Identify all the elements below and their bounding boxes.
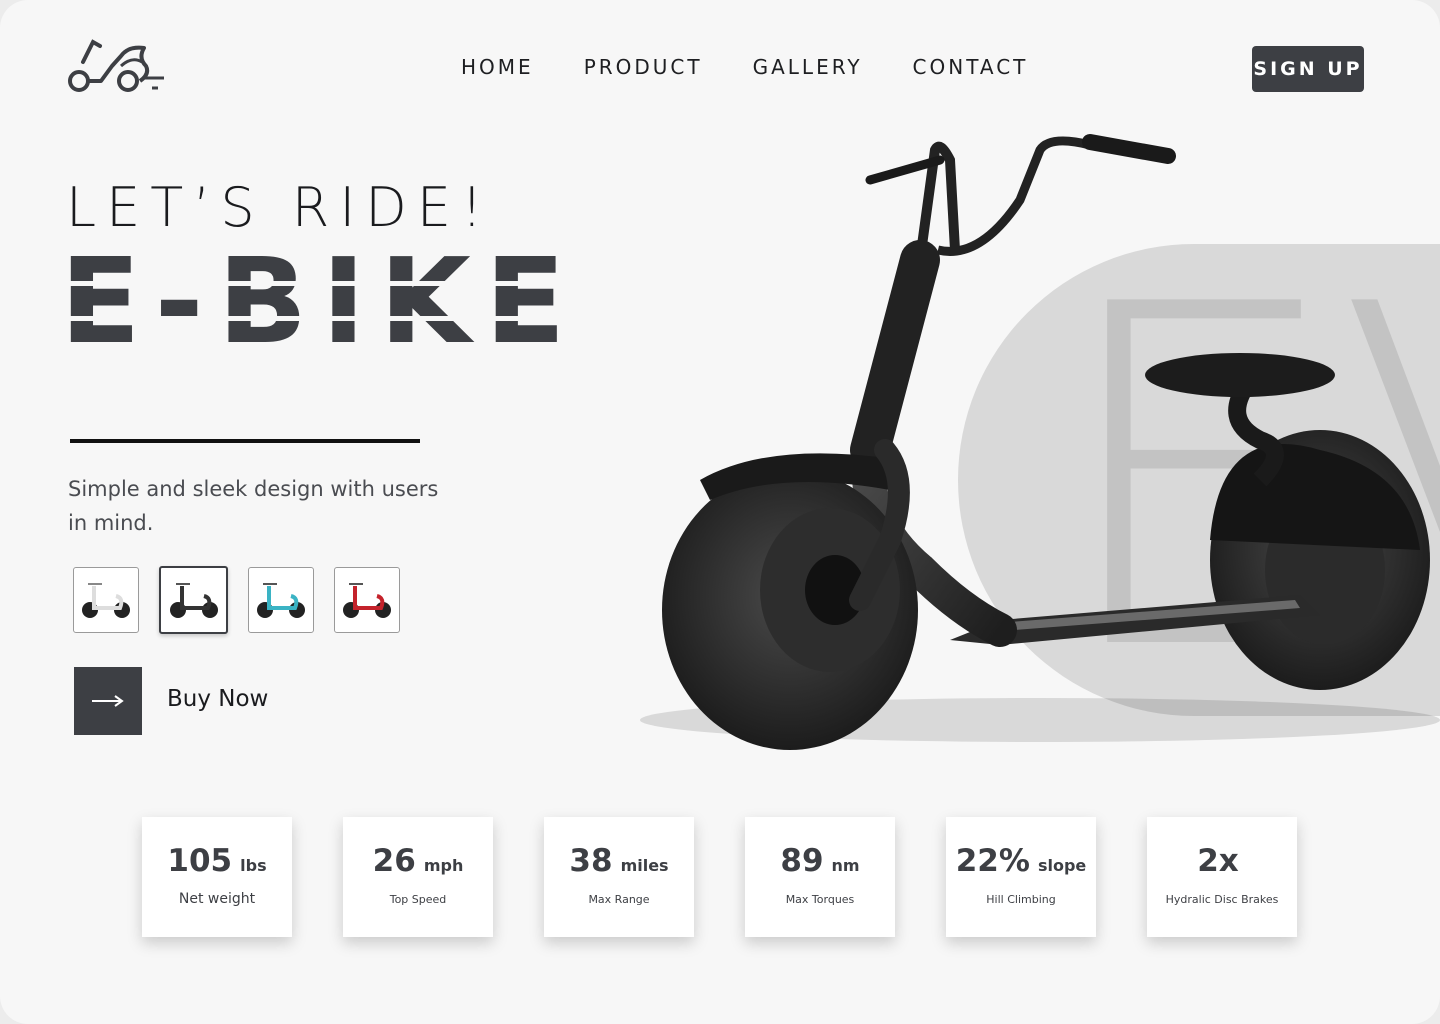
spec-label: Max Torques: [785, 893, 855, 906]
nav-gallery[interactable]: GALLERY: [753, 55, 863, 79]
spec-value: 89: [780, 843, 824, 879]
signup-button[interactable]: SIGN UP: [1252, 46, 1364, 92]
spec-card: 2x Hydralic Disc Brakes: [1147, 817, 1297, 937]
spec-cards: 105 lbs Net weight 26 mph Top Speed 38 mile…: [142, 817, 1297, 937]
spec-card: 26 mph Top Speed: [343, 817, 493, 937]
spec-card: 38 miles Max Range: [544, 817, 694, 937]
spec-unit: nm: [831, 856, 860, 875]
hero-tagline: LET’S RIDE!: [66, 176, 493, 239]
color-options: [73, 566, 420, 634]
spec-card: 105 lbs Net weight: [142, 817, 292, 937]
nav-home[interactable]: HOME: [461, 55, 534, 79]
spec-value: 38: [569, 843, 613, 879]
spec-unit: lbs: [240, 856, 267, 875]
landing-page: HOME PRODUCT GALLERY CONTACT SIGN UP EV: [0, 0, 1440, 1024]
color-option-red[interactable]: [334, 567, 400, 633]
scooter-logo-icon[interactable]: [66, 36, 166, 96]
spec-value: 2x: [1197, 843, 1239, 879]
nav-product[interactable]: PRODUCT: [584, 55, 703, 79]
spec-value: 26: [372, 843, 416, 879]
spec-label: Max Range: [588, 893, 650, 906]
buy-now-label[interactable]: Buy Now: [167, 686, 268, 712]
color-option-teal[interactable]: [248, 567, 314, 633]
scooter-thumb-black-icon: [169, 583, 218, 618]
spec-unit: mph: [423, 856, 464, 875]
spec-value: 22%: [955, 843, 1030, 879]
buy-now-arrow-button[interactable]: [74, 667, 142, 735]
spec-label: Top Speed: [389, 893, 447, 906]
spec-card: 89 nm Max Torques: [745, 817, 895, 937]
hero-title: E-BIKE: [60, 232, 580, 370]
spec-label: Hill Climbing: [986, 893, 1056, 906]
spec-unit: miles: [620, 856, 669, 875]
scooter-hero-image: [640, 134, 1440, 750]
hero-divider: [70, 439, 420, 443]
color-option-white[interactable]: [73, 567, 139, 633]
spec-unit: slope: [1037, 856, 1087, 875]
spec-card: 22% slope Hill Climbing: [946, 817, 1096, 937]
scooter-thumb-red-icon: [343, 583, 391, 618]
spec-value: 105: [167, 843, 233, 879]
spec-label: Hydralic Disc Brakes: [1165, 893, 1279, 906]
arrow-right-icon: [92, 695, 124, 707]
scooter-thumb-teal-icon: [257, 583, 305, 618]
main-nav: HOME PRODUCT GALLERY CONTACT: [461, 55, 1028, 79]
color-option-black[interactable]: [159, 566, 228, 634]
nav-contact[interactable]: CONTACT: [913, 55, 1029, 79]
hero-description: Simple and sleek design with users in mi…: [68, 477, 439, 535]
scooter-thumb-white-icon: [82, 583, 130, 618]
spec-label: Net weight: [178, 891, 256, 907]
